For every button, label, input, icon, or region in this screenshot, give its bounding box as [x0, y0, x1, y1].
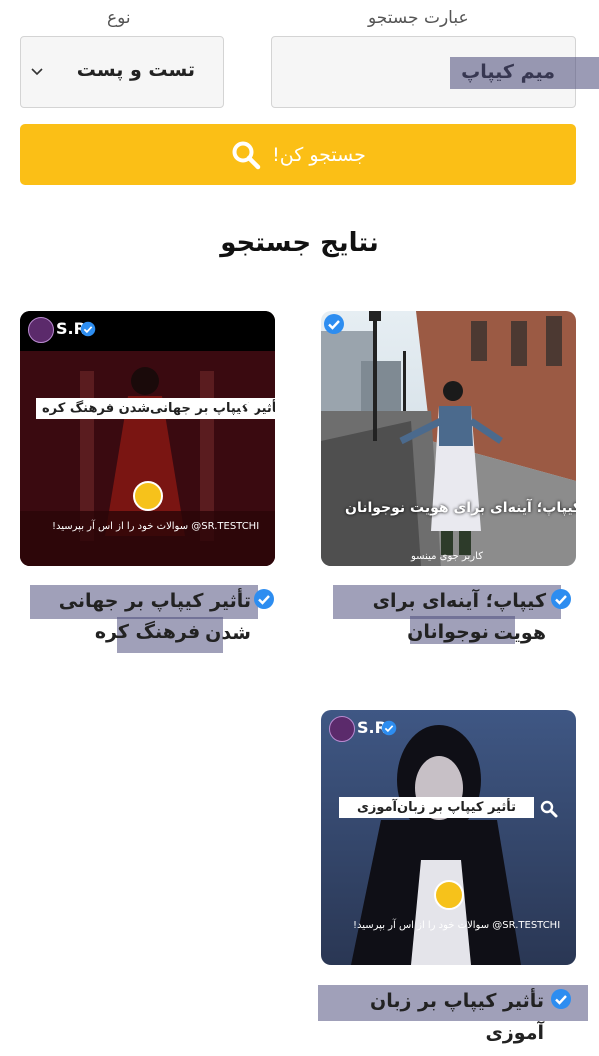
- verified-badge-icon: [80, 321, 96, 337]
- search-icon: [540, 800, 558, 818]
- verified-badge-icon: [551, 989, 571, 1009]
- search-button-label: جستجو کن!: [272, 143, 366, 166]
- image-caption: تأثیر کیپاپ بر زبان‌آموزی: [339, 797, 534, 818]
- result-card-image[interactable]: کیپاپ؛ آینه‌ای برای هویت نوجوانان کاربر …: [321, 311, 576, 566]
- avatar: [329, 716, 355, 742]
- search-icon: [239, 401, 257, 419]
- lightbulb-icon: [133, 481, 163, 511]
- image-caption: کیپاپ؛ آینه‌ای برای هویت نوجوانان: [345, 500, 576, 516]
- result-title[interactable]: تأثیر کیپاپ بر زبان آموزی: [320, 985, 544, 1049]
- result-card-image[interactable]: S.R تأثیر کیپاپ بر جهانی‌شدن فرهنگ کره !…: [20, 311, 275, 566]
- verified-badge-icon: [324, 314, 344, 334]
- image-credit: کاربر جوی مینسو: [411, 551, 483, 562]
- street-photo: [321, 311, 576, 566]
- result-card-image[interactable]: S.R تأثیر کیپاپ بر زبان‌آموزی !سوالات خو…: [321, 710, 576, 965]
- search-icon: [232, 141, 261, 169]
- avatar: [28, 317, 54, 343]
- results-title: نتایج جستجو: [220, 228, 379, 258]
- result-title[interactable]: فرهنگ کره: [20, 616, 275, 648]
- result-title[interactable]: نوجوانان: [320, 616, 576, 648]
- type-select-value: تست و پست: [76, 59, 195, 81]
- verified-badge-icon: [254, 589, 274, 609]
- query-label: عبارت جستجو: [368, 8, 469, 28]
- image-question: !سوالات خود را از اس آر بپرسید @SR.TESTC…: [353, 920, 561, 931]
- lightbulb-icon: [434, 880, 464, 910]
- image-question: !سوالات خود را از اس آر بپرسید @SR.TESTC…: [52, 521, 260, 532]
- type-label: نوع: [107, 8, 131, 28]
- chevron-down-icon: [31, 68, 43, 76]
- search-query-input[interactable]: [272, 37, 575, 107]
- search-button[interactable]: جستجو کن!: [20, 124, 576, 185]
- verified-badge-icon: [551, 589, 571, 609]
- search-query-field[interactable]: [271, 36, 599, 108]
- type-select[interactable]: تست و پست: [20, 36, 224, 108]
- verified-badge-icon: [381, 720, 397, 736]
